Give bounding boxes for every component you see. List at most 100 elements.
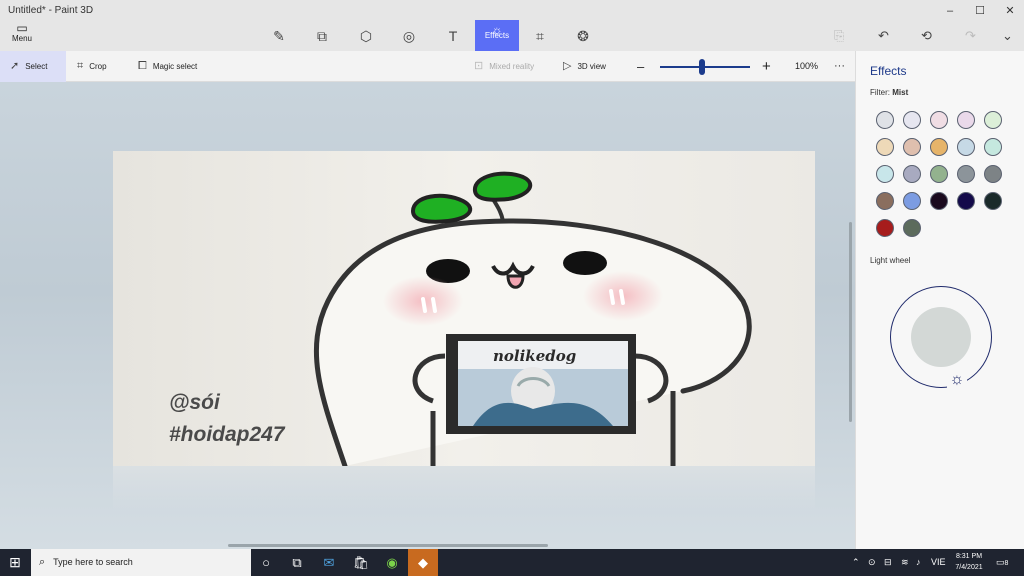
clock-date: 7/4/2021 <box>955 564 983 571</box>
shapes-icon: ⧉ <box>317 28 327 44</box>
browser-icon[interactable]: ◉ <box>381 552 403 574</box>
canvas-tool[interactable]: ⌗ <box>518 22 562 50</box>
filter-swatch[interactable] <box>930 165 948 183</box>
device-icon[interactable]: ⊟ <box>884 549 892 576</box>
3d-view-icon: ▷ <box>563 60 572 72</box>
task-view-icon[interactable]: ⧉ <box>286 552 308 574</box>
clock[interactable]: 8:31 PM 7/4/2021 <box>950 551 988 573</box>
crop-icon: ⌗ <box>77 60 84 72</box>
signature-line-2: #hoidap247 <box>169 423 285 446</box>
filter-swatch[interactable] <box>984 111 1002 129</box>
effects-tool[interactable]: ☼ Effects <box>475 20 519 51</box>
chevron-up-icon[interactable]: ⌃ <box>852 549 860 576</box>
filter-swatch[interactable] <box>984 192 1002 210</box>
effects-panel: Effects Filter: Mist Light wheel ☼ <box>855 51 1024 549</box>
paint-3d-taskbar-icon[interactable]: ◆ <box>408 549 438 576</box>
filter-swatch[interactable] <box>903 138 921 156</box>
filter-swatch[interactable] <box>876 165 894 183</box>
filter-swatch[interactable] <box>930 138 948 156</box>
history-icon[interactable]: ⟲ <box>921 28 932 44</box>
magic-select-label: Magic select <box>152 62 198 71</box>
taskbar: ⊞ ⌕ Type here to search ○ ⧉ ✉ 🛍 ◉ ◆ ⌃ ⊙ ⊟… <box>0 549 1024 576</box>
horizontal-scrollbar[interactable] <box>228 544 548 547</box>
mixed-reality-icon: ⊡ <box>474 60 484 72</box>
minimize-button[interactable]: – <box>936 2 964 20</box>
signature-line-1: @sói <box>169 391 220 414</box>
filter-swatch[interactable] <box>903 165 921 183</box>
mail-icon[interactable]: ✉ <box>318 552 340 574</box>
filter-swatch[interactable] <box>903 192 921 210</box>
cortana-icon[interactable]: ○ <box>255 552 277 574</box>
windows-start-icon[interactable]: ⊞ <box>0 549 30 576</box>
magic-select-icon: ⧠ <box>138 60 147 72</box>
filter-swatch[interactable] <box>930 192 948 210</box>
3d-library-tool[interactable]: ❂ <box>561 22 605 50</box>
library-icon: ❂ <box>577 28 589 44</box>
canvas-reflection <box>113 466 815 511</box>
language-indicator[interactable]: VIE <box>931 549 946 576</box>
select-label: Select <box>25 62 48 71</box>
3d-view-label: 3D view <box>577 62 606 71</box>
light-wheel-sun-handle[interactable]: ☼ <box>947 371 967 389</box>
filter-swatch[interactable] <box>876 138 894 156</box>
cursor-icon: ➚ <box>10 60 20 72</box>
menu-button[interactable]: ▭ Menu <box>4 22 40 48</box>
zoom-value[interactable]: 100% <box>795 51 818 82</box>
filter-swatch[interactable] <box>903 111 921 129</box>
undo-icon[interactable]: ↶ <box>878 28 889 44</box>
search-icon: ⌕ <box>39 556 46 568</box>
filter-swatch[interactable] <box>957 165 975 183</box>
magic-select-button[interactable]: ⧠ Magic select <box>138 51 197 82</box>
3d-view-button[interactable]: ▷ 3D view <box>563 51 606 82</box>
filter-swatch[interactable] <box>984 138 1002 156</box>
filter-swatch[interactable] <box>957 138 975 156</box>
brushes-tool[interactable]: ✎ <box>257 22 301 50</box>
filter-label: Filter: <box>870 88 890 97</box>
selection-toolbar: ➚ Select ⌗ Crop ⧠ Magic select ⊡ Mixed reali… <box>0 51 855 82</box>
chevron-down-icon[interactable]: ⌄ <box>1002 28 1013 44</box>
crop-button[interactable]: ⌗ Crop <box>77 51 107 82</box>
light-wheel[interactable] <box>890 286 992 388</box>
vertical-scrollbar[interactable] <box>849 222 852 422</box>
store-icon[interactable]: 🛍 <box>350 552 372 574</box>
light-wheel-label: Light wheel <box>870 256 911 265</box>
crop-canvas-icon: ⌗ <box>536 28 544 44</box>
filter-swatch[interactable] <box>957 111 975 129</box>
sticker-icon: ◎ <box>402 28 416 44</box>
zoom-slider-thumb[interactable] <box>699 59 706 75</box>
stickers-tool[interactable]: ◎ <box>387 22 431 50</box>
sticker-artwork <box>113 151 815 466</box>
zoom-in-button[interactable]: + <box>762 51 771 82</box>
filter-value: Mist <box>892 88 909 97</box>
zoom-out-button[interactable]: – <box>637 51 644 82</box>
close-button[interactable]: ✕ <box>996 2 1024 20</box>
filter-swatch[interactable] <box>957 192 975 210</box>
text-tool[interactable]: T <box>431 22 475 50</box>
volume-icon[interactable]: ♪ <box>916 549 921 576</box>
filter-swatch[interactable] <box>876 219 894 237</box>
select-button[interactable]: ➚ Select <box>0 51 66 82</box>
notification-icon[interactable]: ▭8 <box>996 549 1008 576</box>
more-options-button[interactable]: ··· <box>834 51 845 82</box>
filter-swatch[interactable] <box>930 111 948 129</box>
wifi-icon[interactable]: ≋ <box>901 549 909 576</box>
paste-icon[interactable]: ⎘ <box>834 28 844 44</box>
crop-label: Crop <box>89 62 107 71</box>
maximize-button[interactable]: ☐ <box>966 2 994 20</box>
filter-swatch[interactable] <box>903 219 921 237</box>
effects-panel-title: Effects <box>870 64 907 78</box>
filter-swatch[interactable] <box>876 111 894 129</box>
3d-shapes-tool[interactable]: ⬡ <box>344 22 388 50</box>
cube-icon: ⬡ <box>359 28 373 44</box>
redo-icon[interactable]: ↷ <box>965 28 976 44</box>
taskbar-search[interactable]: ⌕ Type here to search <box>31 549 251 576</box>
2d-shapes-tool[interactable]: ⧉ <box>300 22 344 50</box>
menu-label: Menu <box>11 34 32 43</box>
filter-swatch[interactable] <box>876 192 894 210</box>
network-icon[interactable]: ⊙ <box>868 549 876 576</box>
filter-swatch[interactable] <box>984 165 1002 183</box>
drawing-canvas[interactable]: nolikedog @sói #hoidap247 <box>113 151 815 466</box>
mixed-reality-button[interactable]: ⊡ Mixed reality <box>474 51 534 82</box>
mixed-reality-label: Mixed reality <box>489 62 535 71</box>
filter-info: Filter: Mist <box>870 88 908 97</box>
